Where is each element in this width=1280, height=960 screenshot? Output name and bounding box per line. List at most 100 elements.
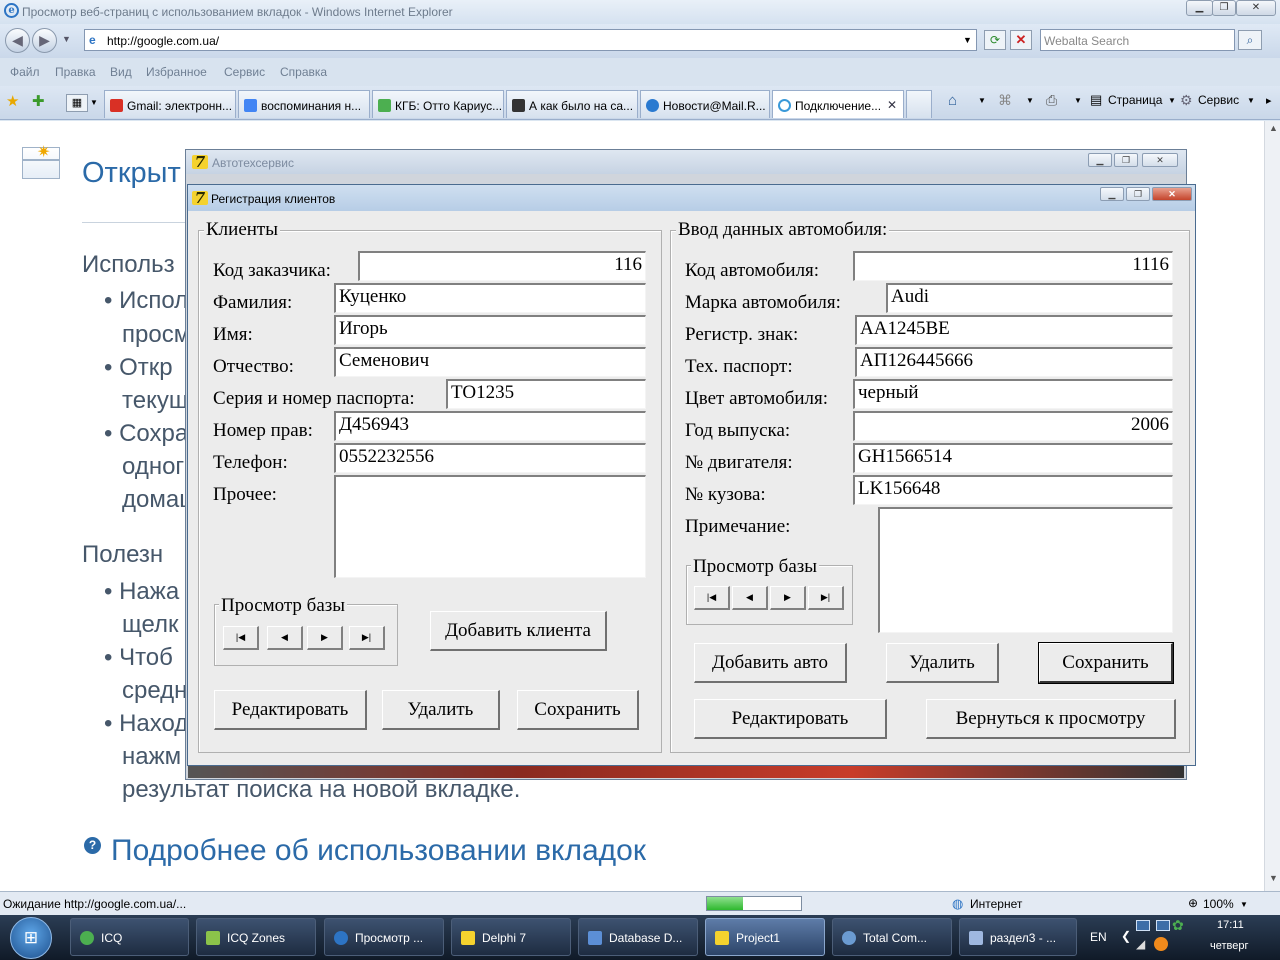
phone-field[interactable]: 0552232556 <box>334 443 646 473</box>
taskbar-database-desktop[interactable]: Database D... <box>578 918 698 956</box>
home-icon[interactable]: ⌂ <box>948 92 957 109</box>
taskbar-word-doc[interactable]: раздел3 - ... <box>959 918 1077 956</box>
address-bar[interactable]: e http://google.com.ua/ ▼ <box>84 29 977 51</box>
car-prev-record-icon[interactable]: ◀ <box>732 586 768 610</box>
close-button[interactable]: ✕ <box>1236 0 1276 16</box>
taskbar-total-commander[interactable]: Total Com... <box>832 918 952 956</box>
form-close-button[interactable]: ✕ <box>1152 187 1192 201</box>
taskbar-project1[interactable]: Project1 <box>705 918 825 956</box>
clients-prev-record-icon[interactable]: ◀ <box>267 626 303 650</box>
tray-expand-icon[interactable]: ❮ <box>1121 929 1131 943</box>
maximize-button[interactable]: ❐ <box>1212 0 1236 16</box>
tools-menu[interactable]: Сервис <box>1198 93 1239 107</box>
close-tab-icon[interactable]: ✕ <box>887 98 897 112</box>
back-close-button[interactable]: ✕ <box>1142 153 1178 167</box>
tab-memories[interactable]: воспоминания н... <box>238 90 370 118</box>
network-icon[interactable] <box>1136 920 1150 931</box>
page-menu[interactable]: Страница <box>1108 93 1162 107</box>
car-save-button[interactable]: Сохранить <box>1038 642 1174 684</box>
client-edit-button[interactable]: Редактировать <box>214 690 367 730</box>
tools-dropdown-icon[interactable]: ▼ <box>1247 96 1255 105</box>
page-dropdown-icon[interactable]: ▼ <box>1168 96 1176 105</box>
refresh-icon[interactable]: ⟳ <box>984 30 1006 50</box>
clients-first-record-icon[interactable]: |◀ <box>223 626 259 650</box>
car-first-record-icon[interactable]: |◀ <box>694 586 730 610</box>
client-save-button[interactable]: Сохранить <box>517 690 639 730</box>
back-to-view-button[interactable]: Вернуться к просмотру <box>926 699 1176 739</box>
passport-field[interactable]: ТО1235 <box>446 379 646 409</box>
tab-connecting[interactable]: Подключение... ✕ <box>772 90 904 118</box>
menu-edit[interactable]: Правка <box>55 65 96 79</box>
tab-gmail[interactable]: Gmail: электронн... <box>104 90 236 118</box>
menu-help[interactable]: Справка <box>280 65 327 79</box>
language-indicator[interactable]: EN <box>1090 930 1107 944</box>
tray-app-icon[interactable] <box>1154 937 1168 951</box>
icq-tray-icon[interactable]: ✿ <box>1172 917 1184 934</box>
tab-mail-news[interactable]: Новости@Mail.R... <box>640 90 770 118</box>
car-next-record-icon[interactable]: ▶ <box>770 586 806 610</box>
note-memo[interactable] <box>878 507 1173 633</box>
car-delete-button[interactable]: Удалить <box>886 643 999 683</box>
taskbar-delphi[interactable]: Delphi 7 <box>451 918 571 956</box>
form-maximize-button[interactable]: ❐ <box>1126 187 1150 201</box>
minimize-button[interactable]: ▁ <box>1186 0 1213 16</box>
back-minimize-button[interactable]: ▁ <box>1088 153 1112 167</box>
year-field[interactable]: 2006 <box>853 411 1173 441</box>
reg-plate-field[interactable]: АА1245ВЕ <box>855 315 1173 345</box>
feeds-icon[interactable]: ⌘ <box>998 92 1012 109</box>
tab-how-it-was[interactable]: А как было на са... <box>506 90 638 118</box>
taskbar-icq[interactable]: ICQ <box>70 918 189 956</box>
scroll-down-icon[interactable]: ▼ <box>1269 873 1278 883</box>
car-last-record-icon[interactable]: ▶| <box>808 586 844 610</box>
clock-time[interactable]: 17:11 <box>1217 919 1244 931</box>
more-info-link[interactable]: Подробнее об использовании вкладок <box>111 834 646 868</box>
tab-list-dropdown-icon[interactable]: ▼ <box>90 98 98 107</box>
form-minimize-button[interactable]: ▁ <box>1100 187 1124 201</box>
add-client-button[interactable]: Добавить клиента <box>430 611 607 651</box>
name-field[interactable]: Игорь <box>334 315 646 345</box>
brand-field[interactable]: Audi <box>886 283 1173 313</box>
car-code-field[interactable]: 1116 <box>853 251 1173 281</box>
network-icon-2[interactable] <box>1156 920 1170 931</box>
add-car-button[interactable]: Добавить авто <box>694 643 847 683</box>
menu-view[interactable]: Вид <box>110 65 132 79</box>
quick-tabs-icon[interactable]: ▦ <box>66 94 88 112</box>
other-memo[interactable] <box>334 475 646 578</box>
search-icon[interactable]: ⌕ <box>1238 30 1262 50</box>
print-dropdown-icon[interactable]: ▼ <box>1074 96 1082 105</box>
address-dropdown-icon[interactable]: ▼ <box>963 35 972 45</box>
start-button[interactable]: ⊞ <box>10 917 52 959</box>
zoom-level[interactable]: 100% <box>1203 897 1234 911</box>
address-input[interactable]: http://google.com.ua/ <box>107 34 219 48</box>
back-icon[interactable]: ◀ <box>5 28 30 53</box>
engine-number-field[interactable]: GH1566514 <box>853 443 1173 473</box>
print-icon[interactable]: ⎙ <box>1046 92 1057 109</box>
home-dropdown-icon[interactable]: ▼ <box>978 96 986 105</box>
forward-icon[interactable]: ▶ <box>32 28 57 53</box>
clock-day[interactable]: четверг <box>1210 940 1249 952</box>
page-scrollbar[interactable]: ▲ ▼ <box>1264 121 1280 891</box>
customer-code-field[interactable]: 116 <box>358 251 646 281</box>
history-dropdown-icon[interactable]: ▼ <box>62 34 71 44</box>
stop-icon[interactable]: ✕ <box>1010 30 1032 50</box>
clients-next-record-icon[interactable]: ▶ <box>307 626 343 650</box>
clients-last-record-icon[interactable]: ▶| <box>349 626 385 650</box>
zoom-dropdown-icon[interactable]: ▼ <box>1240 900 1248 909</box>
taskbar-ie[interactable]: Просмотр ... <box>324 918 444 956</box>
license-field[interactable]: Д456943 <box>334 411 646 441</box>
tab-kgb[interactable]: КГБ: Отто Кариус... <box>372 90 504 118</box>
surname-field[interactable]: Куценко <box>334 283 646 313</box>
body-number-field[interactable]: LK156648 <box>853 475 1173 505</box>
menu-favorites[interactable]: Избранное <box>146 65 207 79</box>
tech-passport-field[interactable]: АП126445666 <box>855 347 1173 377</box>
menu-file[interactable]: Файл <box>10 65 40 79</box>
chevron-right-icon[interactable]: ▸ <box>1266 94 1272 107</box>
volume-icon[interactable]: ◢ <box>1136 937 1145 951</box>
patronymic-field[interactable]: Семенович <box>334 347 646 377</box>
client-delete-button[interactable]: Удалить <box>382 690 500 730</box>
menu-tools[interactable]: Сервис <box>224 65 265 79</box>
new-tab-button[interactable] <box>906 90 932 118</box>
scroll-up-icon[interactable]: ▲ <box>1269 123 1278 133</box>
back-maximize-button[interactable]: ❐ <box>1114 153 1138 167</box>
search-input[interactable]: Webalta Search <box>1040 29 1235 51</box>
